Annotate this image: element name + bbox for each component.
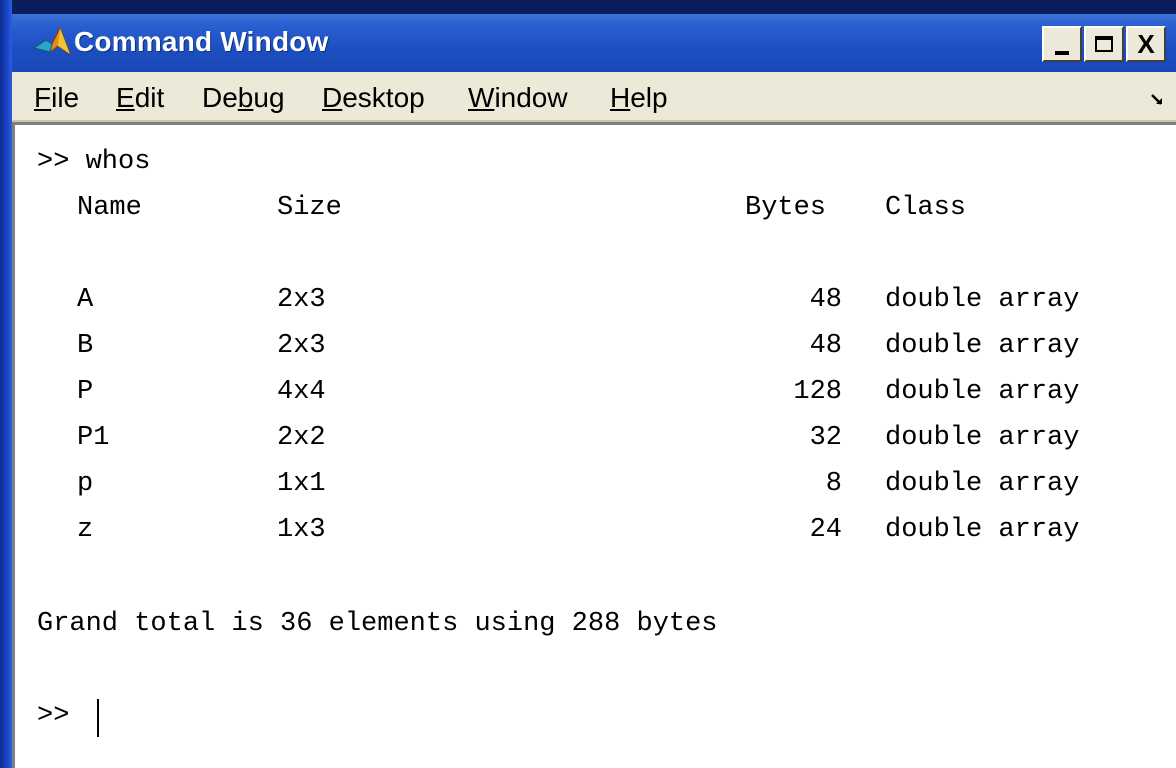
maximize-icon (1095, 36, 1113, 52)
menu-help[interactable]: Help (610, 82, 668, 114)
minimize-button[interactable] (1042, 26, 1082, 62)
header-bytes: Bytes (745, 193, 827, 223)
row-class: double array (885, 515, 1080, 545)
row-class: double array (885, 331, 1080, 361)
row-size: 2x3 (277, 285, 326, 315)
row-name: z (77, 515, 94, 545)
menu-debug[interactable]: Debug (202, 82, 285, 114)
undock-arrow-icon[interactable] (1150, 92, 1166, 108)
header-class: Class (885, 193, 967, 223)
command-window: Command Window X File Edit Debug Desktop… (12, 14, 1176, 768)
text-cursor[interactable] (97, 699, 99, 737)
summary-line: Grand total is 36 elements using 288 byt… (37, 609, 718, 639)
row-name: P1 (77, 423, 110, 453)
menu-file[interactable]: File (34, 82, 79, 114)
maximize-button[interactable] (1084, 26, 1124, 62)
row-size: 1x1 (277, 469, 326, 499)
menu-window[interactable]: Window (468, 82, 568, 114)
row-name: p (77, 469, 94, 499)
row-size: 2x3 (277, 331, 326, 361)
command-prompt: >> (37, 701, 70, 731)
row-size: 1x3 (277, 515, 326, 545)
row-bytes: 128 (793, 377, 842, 407)
row-class: double array (885, 285, 1080, 315)
row-bytes: 48 (809, 285, 842, 315)
title-bar[interactable]: Command Window X (12, 14, 1176, 72)
close-icon: X (1137, 28, 1155, 59)
close-button[interactable]: X (1126, 26, 1166, 62)
menu-edit[interactable]: Edit (116, 82, 164, 114)
header-name: Name (77, 193, 142, 223)
row-class: double array (885, 377, 1080, 407)
header-size: Size (277, 193, 342, 223)
row-name: P (77, 377, 94, 407)
command-line: >> whos (37, 147, 151, 177)
row-name: B (77, 331, 94, 361)
row-name: A (77, 285, 94, 315)
row-class: double array (885, 423, 1080, 453)
menu-desktop[interactable]: Desktop (322, 82, 425, 114)
row-size: 2x2 (277, 423, 326, 453)
window-title: Command Window (74, 26, 329, 57)
row-bytes: 32 (809, 423, 842, 453)
menu-bar: File Edit Debug Desktop Window Help (12, 72, 1176, 122)
row-class: double array (885, 469, 1080, 499)
row-size: 4x4 (277, 377, 326, 407)
console-output[interactable]: >> whos Name Size Bytes Class A 2x3 48 d… (12, 122, 1176, 768)
desktop-edge (0, 0, 12, 768)
row-bytes: 24 (809, 515, 842, 545)
minimize-icon (1055, 51, 1069, 55)
row-bytes: 48 (809, 331, 842, 361)
matlab-logo-icon (32, 26, 72, 56)
row-bytes: 8 (825, 469, 842, 499)
